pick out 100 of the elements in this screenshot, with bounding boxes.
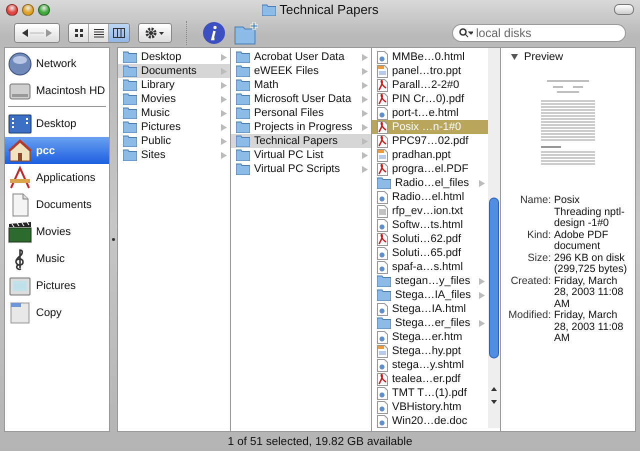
file-list-item[interactable]: Stega…er.htm	[372, 330, 488, 344]
search-bar[interactable]: local disks	[452, 24, 626, 42]
file-list-item[interactable]: Music	[118, 106, 230, 120]
folder-icon	[236, 51, 250, 63]
toolbar-toggle-button[interactable]	[614, 4, 634, 15]
back-forward-arrows-icon	[22, 29, 52, 37]
house-icon	[8, 138, 32, 162]
file-list-item[interactable]: Desktop	[118, 50, 230, 64]
sidebar-item[interactable]: Pictures	[5, 272, 109, 299]
file-list-item[interactable]: pradhan.ppt	[372, 148, 488, 162]
file-list-item[interactable]: Sites	[118, 148, 230, 162]
file-list-item[interactable]: Virtual PC List	[231, 148, 371, 162]
file-list-item[interactable]: progra…el.PDF	[372, 162, 488, 176]
sidebar-item[interactable]: Network	[5, 50, 109, 77]
column-view-icon	[113, 28, 125, 38]
info-label: Name:	[519, 195, 551, 208]
file-list-item[interactable]: Softw…ts.html	[372, 218, 488, 232]
new-folder-icon[interactable]	[234, 21, 260, 45]
file-list-item[interactable]: Stega…hy.ppt	[372, 344, 488, 358]
info-icon[interactable]	[202, 21, 226, 45]
file-list-item[interactable]: Public	[118, 134, 230, 148]
gear-icon	[145, 27, 165, 39]
web-document-icon	[377, 246, 388, 260]
file-list-item[interactable]: Library	[118, 78, 230, 92]
file-list-item[interactable]: Radio…el_files	[372, 176, 488, 190]
folder-icon	[377, 289, 391, 301]
file-list-item[interactable]: Microsoft User Data	[231, 92, 371, 106]
presentation-document-icon	[377, 148, 388, 162]
file-list-item[interactable]: Soluti…62.pdf	[372, 232, 488, 246]
pdf-document-icon	[377, 162, 388, 176]
folder-icon	[236, 65, 250, 77]
file-list-item[interactable]: Documents	[118, 64, 230, 78]
file-list-item[interactable]: Pictures	[118, 120, 230, 134]
file-list-item[interactable]: Parall…2-2#0	[372, 78, 488, 92]
sidebar-item[interactable]: Copy	[5, 299, 109, 326]
sidebar-item[interactable]: Desktop	[5, 110, 109, 137]
file-list-item[interactable]: eWEEK Files	[231, 64, 371, 78]
presentation-document-icon	[377, 344, 388, 358]
file-list-item[interactable]: Technical Papers	[231, 134, 371, 148]
file-list-item[interactable]: Soluti…65.pdf	[372, 246, 488, 260]
folder-icon	[123, 107, 137, 119]
file-list-item[interactable]: spaf-a…s.html	[372, 260, 488, 274]
file-list-item[interactable]: Stega…er_files	[372, 316, 488, 330]
folder-icon	[236, 135, 250, 147]
info-label: Created:	[510, 276, 551, 288]
sidebar-item[interactable]: Music	[5, 245, 109, 272]
file-list-item[interactable]: Personal Files	[231, 106, 371, 120]
zoom-button[interactable]	[38, 4, 50, 16]
minimize-button[interactable]	[22, 4, 34, 16]
file-list-item[interactable]: Projects in Progress	[231, 120, 371, 134]
folder-icon	[377, 177, 391, 189]
folder-icon	[123, 65, 137, 77]
web-document-icon	[377, 330, 388, 344]
file-list-item[interactable]: MMBe…0.html	[372, 50, 488, 64]
file-list-item[interactable]: TMT T…(1).pdf	[372, 386, 488, 400]
file-list-item[interactable]: Movies	[118, 92, 230, 106]
text-document-icon	[377, 204, 388, 218]
splitter-handle-icon[interactable]	[112, 237, 115, 242]
file-list-item[interactable]: PPC97…02.pdf	[372, 134, 488, 148]
info-value: Friday, March 28, 2003 11:08 AM	[554, 276, 624, 310]
view-mode-button[interactable]	[109, 24, 129, 42]
icon-view-icon	[74, 28, 84, 38]
file-list-item[interactable]: Win20…de.doc	[372, 414, 488, 428]
action-menu-button[interactable]	[138, 23, 172, 43]
pdf-document-icon	[377, 78, 388, 92]
sidebar-item[interactable]: Documents	[5, 191, 109, 218]
search-field[interactable]: local disks	[476, 26, 596, 40]
file-list-item[interactable]: panel…tro.ppt	[372, 64, 488, 78]
disclosure-triangle-icon[interactable]	[511, 54, 518, 60]
web-document-icon	[377, 386, 388, 400]
web-document-icon	[377, 106, 388, 120]
generic-volume-icon	[8, 300, 32, 324]
web-document-icon	[377, 260, 388, 274]
close-button[interactable]	[6, 4, 18, 16]
file-list-item[interactable]: stegan…y_files	[372, 274, 488, 288]
web-document-icon	[377, 414, 388, 428]
folder-icon	[262, 4, 276, 16]
sidebar-item[interactable]: Macintosh HD	[5, 77, 109, 104]
folder-icon	[236, 93, 250, 105]
file-list-item[interactable]: VBHistory.htm	[372, 400, 488, 414]
file-list-item[interactable]: rfp_ev…ion.txt	[372, 204, 488, 218]
info-value: Posix Threading nptl-design -1#0	[554, 195, 626, 230]
file-list-item[interactable]: port-t…e.html	[372, 106, 488, 120]
sidebar-item[interactable]: Applications	[5, 164, 109, 191]
file-list-item[interactable]: Stega…IA.html	[372, 302, 488, 316]
pdf-document-icon	[377, 120, 388, 134]
back-forward-button[interactable]	[14, 23, 60, 43]
file-list-item[interactable]: Math	[231, 78, 371, 92]
sidebar-item[interactable]: Movies	[5, 218, 109, 245]
file-list-item[interactable]: tealea…er.pdf	[372, 372, 488, 386]
sidebar-item[interactable]: pcc	[5, 137, 109, 164]
file-list-item[interactable]: Radio…el.html	[372, 190, 488, 204]
folder-icon	[123, 135, 137, 147]
file-list-item[interactable]: Acrobat User Data	[231, 50, 371, 64]
window-title: Technical Papers	[280, 2, 378, 17]
file-list-item[interactable]: Virtual PC Scripts	[231, 162, 371, 176]
file-list-item[interactable]: PIN Cr…0).pdf	[372, 92, 488, 106]
file-list-item[interactable]: Stega…IA_files	[372, 288, 488, 302]
file-list-item[interactable]: stega…y.shtml	[372, 358, 488, 372]
info-value: 296 KB on disk (299,725 bytes)	[554, 252, 628, 276]
